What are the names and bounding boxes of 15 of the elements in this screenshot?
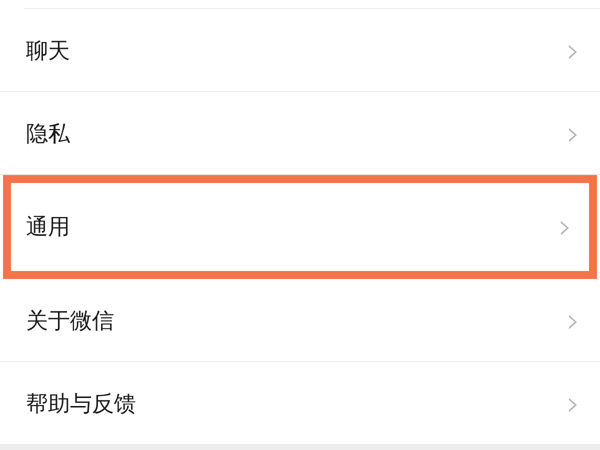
- chevron-icon: ›: [566, 116, 580, 150]
- settings-row[interactable]: 隐私 ›: [0, 92, 600, 175]
- settings-label: 帮助与反馈: [26, 390, 136, 418]
- chevron-icon: ›: [566, 386, 580, 420]
- settings-label: 隐私: [26, 120, 70, 148]
- settings-row[interactable]: 聊天 ›: [0, 9, 600, 92]
- highlight-frame[interactable]: 通用 ›: [3, 175, 597, 279]
- chevron-icon: ›: [566, 34, 580, 68]
- settings-row[interactable]: 关于微信 ›: [0, 279, 600, 362]
- settings-row[interactable]: 帮助与反馈 ›: [0, 362, 600, 445]
- chevron-icon: ›: [558, 210, 572, 244]
- chevron-icon: ›: [566, 304, 580, 338]
- settings-label: 聊天: [26, 38, 70, 66]
- settings-label: 通用: [26, 214, 70, 242]
- settings-label: 关于微信: [26, 308, 114, 336]
